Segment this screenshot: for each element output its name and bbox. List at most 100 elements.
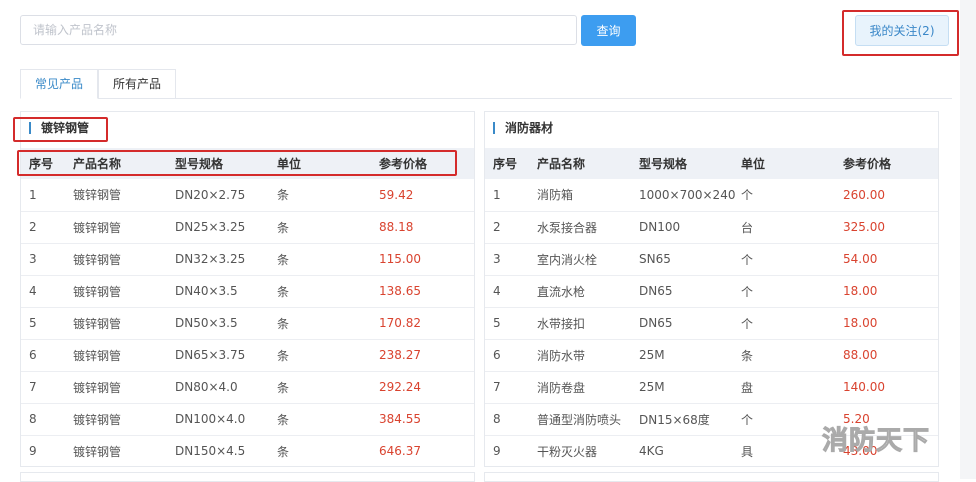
table-row[interactable]: 5 水带接扣 DN65 个 18.00 xyxy=(485,307,938,340)
product-unit: 个 xyxy=(741,275,843,308)
product-unit: 个 xyxy=(741,179,843,212)
product-spec: 25M xyxy=(639,371,741,404)
product-name: 镀锌钢管 xyxy=(73,179,175,212)
product-spec: DN15×68度 xyxy=(639,403,741,436)
table-row[interactable]: 1 镀锌钢管 DN20×2.75 条 59.42 xyxy=(21,179,474,212)
row-index: 5 xyxy=(21,307,73,340)
product-unit: 盘 xyxy=(741,371,843,404)
product-name: 镀锌钢管 xyxy=(73,371,175,404)
reference-price: 325.00 xyxy=(843,211,938,244)
product-panel: 镀锌钢管 序号 产品名称 型号规格 单位 参考价格 1 镀锌钢管 DN20×2.75 条 59.42… xyxy=(20,111,475,467)
reference-price: 260.00 xyxy=(843,179,938,212)
product-unit: 个 xyxy=(741,307,843,340)
row-index: 6 xyxy=(21,339,73,372)
product-name: 水带接扣 xyxy=(537,307,639,340)
panel-title: 消防器材 xyxy=(493,122,553,134)
row-index: 4 xyxy=(485,275,537,308)
product-spec: DN20×2.75 xyxy=(175,179,277,212)
product-name: 镀锌钢管 xyxy=(73,435,175,466)
row-index: 5 xyxy=(485,307,537,340)
column-header: 产品名称 xyxy=(73,148,175,179)
product-unit: 条 xyxy=(277,403,379,436)
product-spec: DN50×3.5 xyxy=(175,307,277,340)
product-panel: 消防器材 序号 产品名称 型号规格 单位 参考价格 1 消防箱 1000×700×240 个 260… xyxy=(484,111,939,467)
product-unit: 条 xyxy=(277,435,379,466)
table-row[interactable]: 6 镀锌钢管 DN65×3.75 条 238.27 xyxy=(21,339,474,372)
product-spec: DN32×3.25 xyxy=(175,243,277,276)
watermark: 消防天下 xyxy=(821,426,931,457)
row-index: 2 xyxy=(21,211,73,244)
product-unit: 条 xyxy=(277,371,379,404)
table-row[interactable]: 3 镀锌钢管 DN32×3.25 条 115.00 xyxy=(21,243,474,276)
my-follows-button[interactable]: 我的关注(2) xyxy=(855,15,949,46)
product-name: 消防水带 xyxy=(537,339,639,372)
product-name: 镀锌钢管 xyxy=(73,243,175,276)
reference-price: 88.00 xyxy=(843,339,938,372)
table-row[interactable]: 4 镀锌钢管 DN40×3.5 条 138.65 xyxy=(21,275,474,308)
product-name: 普通型消防喷头 xyxy=(537,403,639,436)
product-unit: 条 xyxy=(741,339,843,372)
table-row[interactable]: 7 消防卷盘 25M 盘 140.00 xyxy=(485,371,938,404)
column-header: 序号 xyxy=(485,148,537,179)
table-row[interactable]: 4 直流水枪 DN65 个 18.00 xyxy=(485,275,938,308)
table-header: 序号 产品名称 型号规格 单位 参考价格 xyxy=(485,148,938,179)
row-index: 7 xyxy=(485,371,537,404)
row-index: 2 xyxy=(485,211,537,244)
reference-price: 88.18 xyxy=(379,211,474,244)
reference-price: 238.27 xyxy=(379,339,474,372)
product-spec: DN40×3.5 xyxy=(175,275,277,308)
table-header: 序号 产品名称 型号规格 单位 参考价格 xyxy=(21,148,474,179)
product-unit: 条 xyxy=(277,179,379,212)
product-name: 镀锌钢管 xyxy=(73,339,175,372)
search-button[interactable]: 查询 xyxy=(581,15,636,46)
reference-price: 170.82 xyxy=(379,307,474,340)
table-row[interactable]: 2 水泵接合器 DN100 台 325.00 xyxy=(485,211,938,244)
column-header: 参考价格 xyxy=(843,148,938,179)
table-row[interactable]: 1 消防箱 1000×700×240 个 260.00 xyxy=(485,179,938,212)
row-index: 4 xyxy=(21,275,73,308)
table-row[interactable]: 6 消防水带 25M 条 88.00 xyxy=(485,339,938,372)
product-name: 直流水枪 xyxy=(537,275,639,308)
product-tabs: 常见产品 所有产品 xyxy=(20,69,952,99)
row-index: 9 xyxy=(21,435,73,466)
table-row[interactable]: 9 镀锌钢管 DN150×4.5 条 646.37 xyxy=(21,435,474,466)
table-row[interactable]: 8 镀锌钢管 DN100×4.0 条 384.55 xyxy=(21,403,474,436)
row-index: 9 xyxy=(485,435,537,466)
column-header: 产品名称 xyxy=(537,148,639,179)
product-name: 镀锌钢管 xyxy=(73,211,175,244)
reference-price: 115.00 xyxy=(379,243,474,276)
row-index: 1 xyxy=(21,179,73,212)
product-search-input[interactable] xyxy=(20,15,577,45)
reference-price: 138.65 xyxy=(379,275,474,308)
next-panel-edge xyxy=(20,472,475,482)
product-name: 镀锌钢管 xyxy=(73,403,175,436)
table-row[interactable]: 7 镀锌钢管 DN80×4.0 条 292.24 xyxy=(21,371,474,404)
row-index: 8 xyxy=(21,403,73,436)
product-unit: 条 xyxy=(277,243,379,276)
row-index: 8 xyxy=(485,403,537,436)
table-row[interactable]: 3 室内消火栓 SN65 个 54.00 xyxy=(485,243,938,276)
table-row[interactable]: 2 镀锌钢管 DN25×3.25 条 88.18 xyxy=(21,211,474,244)
panel-title: 镀锌钢管 xyxy=(29,122,89,134)
product-spec: DN65 xyxy=(639,307,741,340)
reference-price: 292.24 xyxy=(379,371,474,404)
product-unit: 个 xyxy=(741,243,843,276)
product-unit: 台 xyxy=(741,211,843,244)
row-index: 3 xyxy=(485,243,537,276)
table-row[interactable]: 5 镀锌钢管 DN50×3.5 条 170.82 xyxy=(21,307,474,340)
scrollbar[interactable] xyxy=(960,0,976,479)
product-name: 室内消火栓 xyxy=(537,243,639,276)
row-index: 6 xyxy=(485,339,537,372)
reference-price: 140.00 xyxy=(843,371,938,404)
tab-all-products[interactable]: 所有产品 xyxy=(98,69,177,99)
product-name: 镀锌钢管 xyxy=(73,275,175,308)
product-spec: 1000×700×240 xyxy=(639,179,741,212)
product-spec: DN80×4.0 xyxy=(175,371,277,404)
product-name: 干粉灭火器 xyxy=(537,435,639,466)
row-index: 1 xyxy=(485,179,537,212)
product-name: 消防卷盘 xyxy=(537,371,639,404)
column-header: 序号 xyxy=(21,148,73,179)
tab-common-products[interactable]: 常见产品 xyxy=(20,69,99,99)
reference-price: 646.37 xyxy=(379,435,474,466)
product-name: 消防箱 xyxy=(537,179,639,212)
